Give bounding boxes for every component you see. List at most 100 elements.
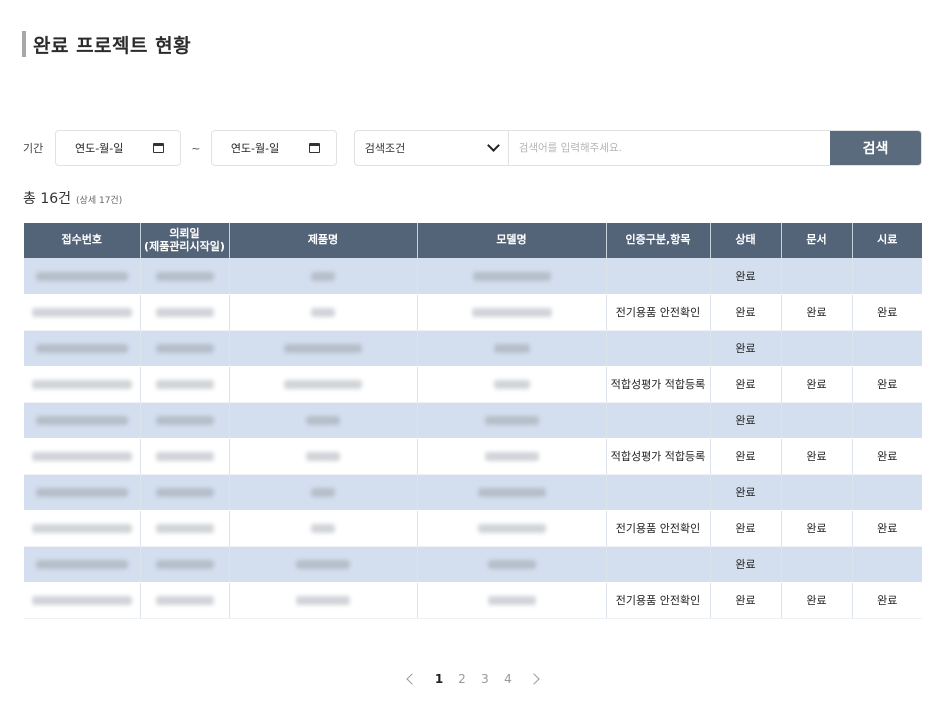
page-2[interactable]: 2 bbox=[451, 672, 474, 686]
redacted-value bbox=[155, 271, 214, 281]
redacted-value bbox=[487, 560, 536, 569]
start-date-text: 연도-월-일 bbox=[74, 142, 124, 155]
model-name-cell bbox=[417, 438, 607, 475]
end-date-text: 연도-월-일 bbox=[230, 142, 280, 155]
request-date-cell bbox=[140, 438, 230, 475]
table-row[interactable]: 적합성평가 적합등록 완료 완료 완료 bbox=[24, 366, 922, 403]
table-row[interactable]: 전기용품 안전확인 완료 완료 완료 bbox=[24, 510, 922, 547]
page-3[interactable]: 3 bbox=[474, 672, 497, 686]
col-header-receipt-no: 접수번호 bbox=[24, 223, 141, 258]
sample-cell bbox=[852, 546, 922, 583]
request-date-cell bbox=[140, 330, 230, 367]
cert-type-cell: 적합성평가 적합등록 bbox=[606, 438, 711, 475]
redacted-value bbox=[155, 560, 214, 569]
total-count: 총 16건 bbox=[23, 191, 72, 207]
page-1[interactable]: 1 bbox=[428, 672, 451, 686]
redacted-value bbox=[35, 416, 128, 425]
col-header-request-date: 의뢰일 (제품관리시작일) bbox=[140, 223, 230, 258]
receipt-no-cell bbox=[24, 402, 141, 439]
start-date-input[interactable]: 연도-월-일 bbox=[54, 130, 181, 166]
redacted-value bbox=[472, 271, 551, 281]
sample-cell bbox=[852, 402, 922, 439]
redacted-value bbox=[487, 596, 536, 605]
sample-cell bbox=[852, 258, 922, 295]
document-cell: 완료 bbox=[781, 294, 853, 331]
search-button[interactable]: 검색 bbox=[830, 131, 921, 165]
table-row[interactable]: 적합성평가 적합등록 완료 완료 완료 bbox=[24, 438, 922, 475]
document-cell: 완료 bbox=[781, 438, 853, 475]
end-date-input[interactable]: 연도-월-일 bbox=[210, 130, 337, 166]
product-name-cell bbox=[229, 294, 418, 331]
chevron-left-icon[interactable] bbox=[405, 673, 418, 685]
redacted-value bbox=[296, 596, 350, 605]
page-title-wrap: 완료 프로젝트 현황 bbox=[22, 31, 191, 57]
redacted-value bbox=[155, 452, 214, 461]
receipt-no-cell bbox=[24, 366, 141, 403]
document-cell bbox=[781, 474, 853, 511]
redacted-value bbox=[306, 452, 340, 461]
table-row[interactable]: 전기용품 안전확인 완료 완료 완료 bbox=[24, 294, 922, 331]
model-name-cell bbox=[417, 258, 607, 295]
receipt-no-cell bbox=[24, 546, 141, 583]
redacted-value bbox=[306, 416, 340, 425]
request-date-cell bbox=[140, 474, 230, 511]
redacted-value bbox=[155, 416, 214, 425]
request-date-cell bbox=[140, 510, 230, 547]
receipt-no-cell bbox=[24, 330, 141, 367]
status-cell: 완료 bbox=[710, 474, 782, 511]
product-name-cell bbox=[229, 438, 418, 475]
redacted-value bbox=[484, 416, 539, 425]
table-row[interactable]: 완료 bbox=[24, 258, 922, 295]
redacted-value bbox=[493, 344, 530, 353]
sample-cell: 완료 bbox=[852, 294, 922, 331]
redacted-value bbox=[155, 488, 214, 497]
product-name-cell bbox=[229, 474, 418, 511]
table-row[interactable]: 전기용품 안전확인 완료 완료 완료 bbox=[24, 582, 922, 619]
project-table: 접수번호 의뢰일 (제품관리시작일) 제품명 모델명 인증구분,항목 상태 문서… bbox=[24, 223, 922, 619]
date-range-separator: ~ bbox=[191, 141, 201, 155]
col-header-model-name: 모델명 bbox=[417, 223, 607, 258]
title-accent-bar bbox=[22, 31, 26, 57]
document-cell: 완료 bbox=[781, 366, 853, 403]
col-header-document: 문서 bbox=[781, 223, 853, 258]
receipt-no-cell bbox=[24, 582, 141, 619]
model-name-cell bbox=[417, 582, 607, 619]
table-row[interactable]: 완료 bbox=[24, 402, 922, 439]
table-row[interactable]: 완료 bbox=[24, 546, 922, 583]
calendar-icon[interactable] bbox=[308, 143, 320, 153]
redacted-value bbox=[311, 271, 335, 281]
page-title: 완료 프로젝트 현황 bbox=[33, 34, 192, 57]
chevron-right-icon[interactable] bbox=[527, 673, 540, 685]
search-condition-select[interactable]: 검색조건 bbox=[355, 131, 509, 165]
table-row[interactable]: 완료 bbox=[24, 474, 922, 511]
cert-type-cell: 전기용품 안전확인 bbox=[606, 510, 711, 547]
model-name-cell bbox=[417, 546, 607, 583]
redacted-value bbox=[35, 488, 128, 497]
col-header-status: 상태 bbox=[710, 223, 782, 258]
sample-cell: 완료 bbox=[852, 510, 922, 547]
redacted-value bbox=[155, 344, 214, 353]
col-header-request-date-text: 의뢰일 (제품관리시작일) bbox=[144, 226, 225, 253]
receipt-no-cell bbox=[24, 474, 141, 511]
sample-cell: 완료 bbox=[852, 582, 922, 619]
calendar-icon[interactable] bbox=[152, 143, 164, 153]
page-4[interactable]: 4 bbox=[497, 672, 520, 686]
redacted-value bbox=[31, 596, 132, 605]
redacted-value bbox=[155, 380, 214, 389]
request-date-cell bbox=[140, 402, 230, 439]
cert-type-cell: 전기용품 안전확인 bbox=[606, 582, 711, 619]
product-name-cell bbox=[229, 366, 418, 403]
search-input[interactable] bbox=[508, 131, 830, 165]
table-row[interactable]: 완료 bbox=[24, 330, 922, 367]
cert-type-cell bbox=[606, 330, 711, 367]
redacted-value bbox=[31, 452, 132, 461]
redacted-value bbox=[311, 488, 335, 497]
status-cell: 완료 bbox=[710, 402, 782, 439]
cert-type-cell bbox=[606, 402, 711, 439]
status-cell: 완료 bbox=[710, 258, 782, 295]
redacted-value bbox=[477, 488, 546, 497]
redacted-value bbox=[284, 344, 362, 353]
redacted-value bbox=[35, 271, 128, 281]
redacted-value bbox=[31, 308, 132, 317]
receipt-no-cell bbox=[24, 510, 141, 547]
